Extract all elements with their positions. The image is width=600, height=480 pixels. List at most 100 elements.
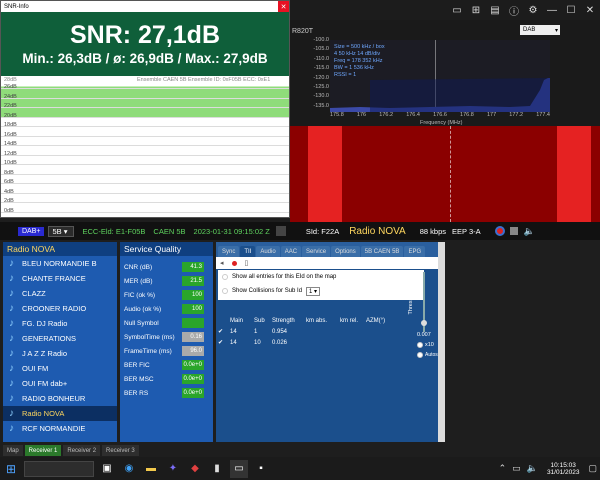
receiver-tab-receiver-1[interactable]: Receiver 1 [24,445,62,456]
app-red-icon[interactable]: ◆ [186,460,204,478]
station-item[interactable]: ♪ OUI FM [3,361,117,376]
snr-y-label: 26dB [4,84,17,90]
tab-service[interactable]: Service [302,246,331,257]
tab-audio[interactable]: Audio [256,246,280,257]
windows-start-icon[interactable]: ⊞ [2,460,20,478]
speaker-icon[interactable]: 🔈 [524,226,535,237]
show-collisions-option[interactable]: Show Collisions for Sub Id 1 ▾ [218,284,424,298]
station-item[interactable]: ♪ RADIO BONHEUR [3,391,117,406]
channel-select[interactable]: 5B ▾ [48,225,75,237]
receiver-tab-receiver-3[interactable]: Receiver 3 [102,445,139,456]
scrollbar[interactable] [438,242,445,442]
grid-icon[interactable]: ⊞ [470,4,482,16]
close-button[interactable]: ✕ [584,4,596,16]
folder-icon[interactable]: ▤ [489,4,501,16]
station-item-label: BLEU NORMANDIE B [22,259,97,268]
edge-icon[interactable]: ◉ [120,460,138,478]
tab-aac[interactable]: AAC [280,246,302,257]
station-rows: ♪ BLEU NORMANDIE B ♪ CHANTE FRANCE ♪ CLAZZ ♪ CR… [3,256,117,436]
spectrum-x-tick: 176 [356,112,367,118]
show-all-checkbox[interactable] [222,274,228,280]
minimize-button[interactable]: — [546,4,558,16]
snr-area [1,84,289,217]
autoscale-radio[interactable] [417,352,423,358]
chevron-up-icon[interactable]: ⌃ [499,463,507,474]
mode-select-value: DAB [523,27,536,33]
spectrum-x-tick: 177.4 [536,112,550,118]
tab-5b-caen-5b[interactable]: 5B CAEN 5B [360,246,404,257]
app-purple-icon[interactable]: ✦ [164,460,182,478]
tab-sync[interactable]: Sync [218,246,240,257]
station-item[interactable]: ♪ BLEU NORMANDIE B [3,256,117,271]
station-item[interactable]: ♪ FG. DJ Radio [3,316,117,331]
device-label: R820T [292,28,314,35]
tii-column-header[interactable]: km rel. [340,318,366,324]
check-icon[interactable]: ✔ [218,339,230,346]
details-panel: Sync TII Audio AAC Service Options 5B CAEN 5B E… [216,242,445,442]
quality-row: Audio (ok %) 100 [120,302,213,316]
x10-option[interactable]: x10 [417,342,434,348]
x10-label: x10 [425,342,434,348]
tab-options[interactable]: Options [331,246,360,257]
settings-icon[interactable]: ⚙ [527,4,539,16]
snr-y-label: 2dB [4,198,14,204]
quality-row: SymbolTime (ms) 0.16 [120,330,213,344]
station-item[interactable]: ♪ RCF NORMANDIE [3,421,117,436]
receiver-tab-receiver-2[interactable]: Receiver 2 [63,445,101,456]
station-item[interactable]: ♪ CROONER RADIO [3,301,117,316]
snr-title-bar: SNR-Info ✕ [1,1,289,12]
tii-row[interactable]: ✔ 14 10 0.026 [218,337,406,348]
file-explorer-icon[interactable]: ▬ [142,460,160,478]
monitor-icon[interactable]: ▭ [451,4,463,16]
tab-strip: Sync TII Audio AAC Service Options 5B CAEN 5B E… [216,242,445,257]
stop-button[interactable] [509,227,518,235]
app-icon-extra[interactable]: ▪ [252,460,270,478]
volume-icon[interactable]: 🔈 [527,463,538,474]
check-icon[interactable]: ✔ [218,328,230,335]
collision-select[interactable]: 1 ▾ [306,286,321,296]
snr-y-label: 6dB [4,179,14,185]
tab-tii[interactable]: TII [240,246,256,257]
spectrum-x-tick: 177.2 [509,112,524,118]
tii-column-header[interactable]: AZM(°) [366,318,392,324]
station-item[interactable]: ♪ CHANTE FRANCE [3,271,117,286]
station-item[interactable]: ♪ Radio NOVA [3,406,117,421]
x10-radio[interactable] [417,342,423,348]
tii-column-header[interactable]: Main [230,318,254,324]
music-note-icon: ♪ [9,333,14,344]
task-view-icon[interactable]: ▣ [98,460,116,478]
tii-row[interactable]: ✔ 14 1 0.954 [218,326,406,337]
show-all-option[interactable]: Show all entries for this EId on the map [218,270,424,284]
station-item[interactable]: ♪ OUI FM dab+ [3,376,117,391]
taskbar-search[interactable] [24,460,94,477]
snr-y-label: 18dB [4,122,17,128]
maximize-button[interactable]: ☐ [565,4,577,16]
tab-epg[interactable]: EPG [404,246,426,257]
receiver-tab-map[interactable]: Map [3,445,23,456]
station-item-label: FG. DJ Radio [22,319,68,328]
snr-y-label: 10dB [4,160,17,166]
grid-icon[interactable] [275,226,286,236]
notification-icon[interactable]: ▢ [588,463,597,474]
tii-column-header[interactable]: km abs. [306,318,340,324]
tii-column-header[interactable]: Sub [254,318,272,324]
clock[interactable]: 10:15:03 31/01/2023 [547,462,580,476]
back-icon[interactable]: ◂ [220,259,224,267]
network-icon[interactable]: ▭ [512,463,521,474]
record-button[interactable] [494,226,505,236]
info-icon[interactable]: ⓘ [508,4,520,18]
show-collisions-checkbox[interactable] [222,288,228,294]
tii-column-header[interactable]: Strength [272,318,306,324]
threshold-slider-handle[interactable] [421,320,427,326]
dab-app-taskbar-icon[interactable]: ▭ [230,459,248,478]
terminal-icon[interactable]: ▮ [208,460,226,478]
station-item[interactable]: ♪ CLAZZ [3,286,117,301]
station-item[interactable]: ♪ GENERATIONS [3,331,117,346]
document-icon[interactable]: ▯ [245,259,249,267]
station-item[interactable]: ♪ J A Z Z Radio [3,346,117,361]
mode-select[interactable]: DAB ▾ [520,25,560,35]
snr-y-label: 12dB [4,150,17,157]
record-icon[interactable] [231,260,237,266]
snr-gridline [1,116,289,118]
close-button[interactable]: ✕ [278,1,289,12]
